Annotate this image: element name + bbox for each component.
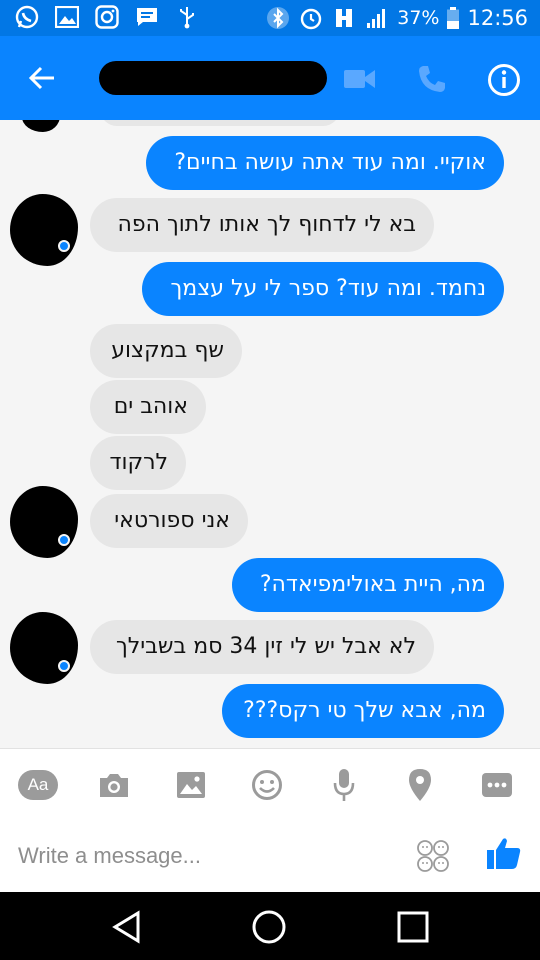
back-arrow-icon — [28, 66, 54, 90]
whatsapp-icon — [14, 4, 40, 30]
battery-icon — [446, 5, 460, 31]
outgoing-message[interactable]: אוקיי. ומה עוד אתה עושה בחיים? — [146, 136, 504, 190]
outgoing-message[interactable]: נחמד. ומה עוד? ספר לי על עצמך — [142, 262, 504, 316]
contact-avatar — [10, 612, 78, 684]
thumbs-up-icon — [487, 838, 521, 869]
contact-avatar — [22, 120, 60, 132]
emoji-button[interactable] — [245, 763, 289, 807]
status-bar: 37% 12:56 — [0, 0, 540, 36]
photo-icon — [177, 772, 205, 798]
nav-back-button[interactable] — [104, 904, 150, 950]
stickers-button[interactable] — [414, 837, 452, 875]
sim-icon — [331, 5, 357, 31]
camera-icon — [100, 774, 128, 797]
outgoing-message[interactable]: מה, היית באולימפיאדה? — [232, 558, 504, 612]
info-button[interactable] — [484, 60, 524, 100]
back-button[interactable] — [22, 58, 62, 98]
emoji-icon — [252, 770, 282, 800]
stickers-icon — [417, 840, 449, 872]
nav-recents-button[interactable] — [390, 904, 436, 950]
video-call-icon — [344, 70, 375, 88]
message-composer: Aa — [0, 748, 540, 892]
camera-button[interactable] — [92, 763, 136, 807]
read-receipt-dot — [58, 660, 70, 672]
incoming-message[interactable]: שף במקצוע — [90, 324, 242, 378]
photo-button[interactable] — [169, 763, 213, 807]
contact-avatar — [10, 486, 78, 558]
usb-icon — [174, 4, 200, 30]
read-receipt-dot — [58, 534, 70, 546]
phone-call-button[interactable] — [412, 60, 452, 98]
read-receipt-dot — [58, 240, 70, 252]
previous-message-bubble — [100, 120, 340, 126]
incoming-message[interactable]: לרקוד — [90, 436, 186, 490]
text-style-label: Aa — [18, 770, 58, 800]
composer-toolbar: Aa — [0, 763, 540, 807]
bluetooth-icon — [265, 5, 291, 31]
phone-call-icon — [419, 66, 445, 92]
text-style-button[interactable]: Aa — [16, 763, 60, 807]
battery-percent: 37% — [397, 7, 440, 29]
more-button[interactable] — [475, 763, 519, 807]
outgoing-message[interactable]: מה, אבא שלך טי רקס??? — [222, 684, 504, 738]
message-input[interactable] — [18, 837, 398, 875]
incoming-message[interactable]: אני ספורטאי — [90, 494, 248, 548]
location-button[interactable] — [398, 763, 442, 807]
nav-back-icon — [112, 910, 140, 944]
incoming-message[interactable]: בא לי לדחוף לך אותו לתוך הפה — [90, 198, 434, 252]
gallery-icon — [54, 4, 80, 30]
microphone-button[interactable] — [322, 763, 366, 807]
nav-home-button[interactable] — [246, 904, 292, 950]
location-icon — [409, 769, 431, 801]
clock-time: 12:56 — [467, 6, 528, 30]
nav-recents-icon — [397, 911, 429, 943]
signal-icon — [364, 5, 390, 31]
contact-avatar — [10, 194, 78, 266]
message-icon — [134, 4, 160, 30]
microphone-icon — [333, 769, 355, 801]
nav-home-icon — [252, 910, 286, 944]
incoming-message[interactable]: אוהב ים — [90, 380, 206, 434]
contact-name-redacted[interactable] — [99, 61, 327, 95]
instagram-icon — [94, 4, 120, 30]
incoming-message[interactable]: לא אבל יש לי זין 34 סמ בשבילך — [90, 620, 434, 674]
more-icon — [482, 773, 512, 797]
info-icon — [488, 64, 520, 96]
like-button[interactable] — [484, 833, 524, 873]
alarm-icon — [298, 5, 324, 31]
conversation-header — [0, 36, 540, 120]
message-list[interactable]: אוקיי. ומה עוד אתה עושה בחיים? בא לי לדח… — [0, 120, 540, 748]
system-nav-bar — [0, 892, 540, 960]
video-call-button[interactable] — [340, 60, 380, 98]
